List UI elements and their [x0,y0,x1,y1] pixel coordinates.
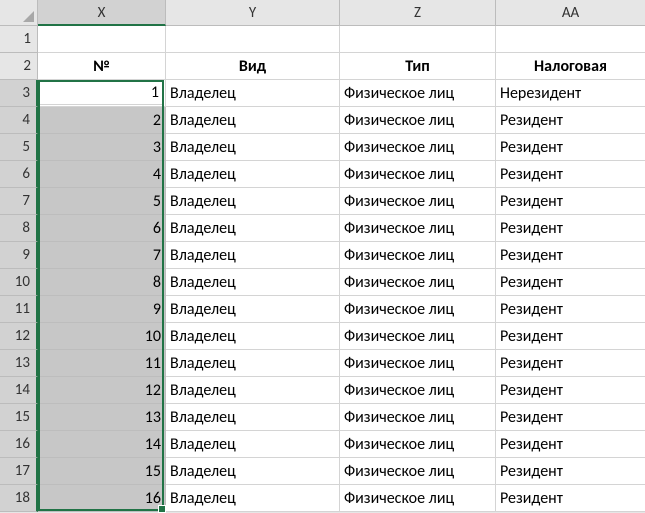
row-header[interactable]: 17 [0,458,38,485]
cell-vid[interactable]: Владелец [166,431,340,458]
cell-vid[interactable]: Владелец [166,215,340,242]
cell-nalog[interactable]: Резидент [496,134,645,161]
column-header-z[interactable]: Z [340,0,496,26]
cell-vid[interactable]: Владелец [166,404,340,431]
cell-tip[interactable]: Физическое лиц [340,107,496,134]
header-vid[interactable]: Вид [166,53,340,80]
cell-number[interactable]: 6 [38,215,166,242]
cell-tip[interactable]: Физическое лиц [340,323,496,350]
cell-tip[interactable]: Физическое лиц [340,485,496,512]
cell-tip[interactable]: Физическое лиц [340,161,496,188]
cell-nalog[interactable]: Резидент [496,161,645,188]
cell-vid[interactable]: Владелец [166,161,340,188]
cell-tip[interactable]: Физическое лиц [340,188,496,215]
column-headers: XYZAA [38,0,645,26]
row-header[interactable]: 3 [0,80,38,107]
cell-nalog[interactable]: Резидент [496,377,645,404]
cell-vid[interactable]: Владелец [166,350,340,377]
cell-vid[interactable]: Владелец [166,458,340,485]
cell[interactable] [340,26,496,53]
cell-number[interactable]: 5 [38,188,166,215]
cell-vid[interactable]: Владелец [166,242,340,269]
cell-tip[interactable]: Физическое лиц [340,134,496,161]
row-header[interactable]: 18 [0,485,38,512]
row-header[interactable]: 4 [0,107,38,134]
header-nalog[interactable]: Налоговая [496,53,645,80]
cell-nalog[interactable]: Резидент [496,269,645,296]
cell-tip[interactable]: Физическое лиц [340,404,496,431]
cell-number[interactable]: 10 [38,323,166,350]
cell-nalog[interactable]: Резидент [496,485,645,512]
cell-nalog[interactable]: Резидент [496,242,645,269]
cell-vid[interactable]: Владелец [166,323,340,350]
cell[interactable] [166,26,340,53]
cell-tip[interactable]: Физическое лиц [340,296,496,323]
select-all-corner[interactable] [0,0,38,26]
cell-grid[interactable]: №ВидТипНалоговая1ВладелецФизическое лицН… [38,26,645,512]
cell-vid[interactable]: Владелец [166,296,340,323]
cell-tip[interactable]: Физическое лиц [340,80,496,107]
cell-vid[interactable]: Владелец [166,377,340,404]
row-header[interactable]: 10 [0,269,38,296]
row-header[interactable]: 7 [0,188,38,215]
cell-nalog[interactable]: Резидент [496,350,645,377]
row-header[interactable]: 6 [0,161,38,188]
header-number[interactable]: № [38,53,166,80]
row-header[interactable]: 15 [0,404,38,431]
cell-number[interactable]: 15 [38,458,166,485]
cell-nalog[interactable]: Резидент [496,215,645,242]
row-header[interactable]: 14 [0,377,38,404]
cell-nalog[interactable]: Резидент [496,458,645,485]
cell-number[interactable]: 7 [38,242,166,269]
cell-tip[interactable]: Физическое лиц [340,350,496,377]
cell-nalog[interactable]: Резидент [496,431,645,458]
cell-nalog[interactable]: Резидент [496,323,645,350]
column-header-x[interactable]: X [38,0,166,26]
cell-nalog[interactable]: Резидент [496,296,645,323]
row-header[interactable]: 2 [0,53,38,80]
cell-vid[interactable]: Владелец [166,107,340,134]
row-headers: 123456789101112131415161718 [0,26,38,512]
cell-tip[interactable]: Физическое лиц [340,458,496,485]
cell-tip[interactable]: Физическое лиц [340,242,496,269]
cell-number[interactable]: 9 [38,296,166,323]
cell-number[interactable]: 2 [38,107,166,134]
cell-nalog[interactable]: Резидент [496,404,645,431]
cell-number[interactable]: 11 [38,350,166,377]
cell-vid[interactable]: Владелец [166,269,340,296]
cell-number[interactable]: 4 [38,161,166,188]
cell-tip[interactable]: Физическое лиц [340,431,496,458]
cell-number[interactable]: 12 [38,377,166,404]
row-header[interactable]: 8 [0,215,38,242]
row-header[interactable]: 16 [0,431,38,458]
cell-vid[interactable]: Владелец [166,134,340,161]
cell-number[interactable]: 1 [38,80,166,107]
column-header-y[interactable]: Y [166,0,340,26]
column-header-aa[interactable]: AA [496,0,645,26]
cell-nalog[interactable]: Резидент [496,188,645,215]
cell-tip[interactable]: Физическое лиц [340,269,496,296]
cell-vid[interactable]: Владелец [166,80,340,107]
cell-number[interactable]: 3 [38,134,166,161]
cell-tip[interactable]: Физическое лиц [340,215,496,242]
row-header[interactable]: 13 [0,350,38,377]
cell-nalog[interactable]: Нерезидент [496,80,645,107]
cell-vid[interactable]: Владелец [166,485,340,512]
row-header[interactable]: 12 [0,323,38,350]
header-tip[interactable]: Тип [340,53,496,80]
row-header[interactable]: 5 [0,134,38,161]
cell-nalog[interactable]: Резидент [496,107,645,134]
cell-number[interactable]: 14 [38,431,166,458]
cell-vid[interactable]: Владелец [166,188,340,215]
cell-tip[interactable]: Физическое лиц [340,377,496,404]
cell[interactable] [496,26,645,53]
cell-number[interactable]: 16 [38,485,166,512]
row-header[interactable]: 11 [0,296,38,323]
cell-number[interactable]: 8 [38,269,166,296]
cell[interactable] [38,26,166,53]
row-header[interactable]: 9 [0,242,38,269]
cell-number[interactable]: 13 [38,404,166,431]
row-header[interactable]: 1 [0,26,38,53]
